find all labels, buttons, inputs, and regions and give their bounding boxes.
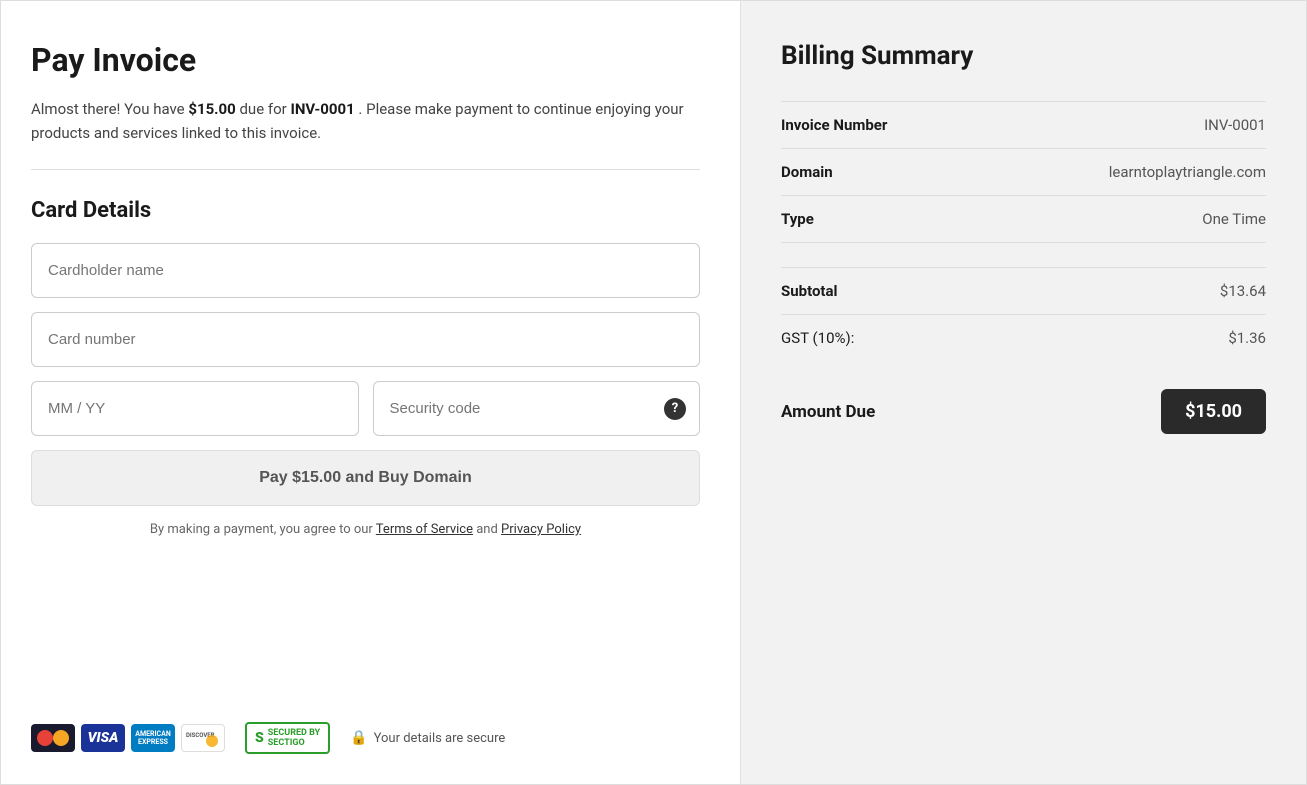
- subtotal-label: Subtotal: [781, 282, 838, 300]
- security-code-input[interactable]: [373, 381, 701, 436]
- visa-icon: VISA: [81, 724, 125, 752]
- card-number-input[interactable]: [31, 312, 700, 367]
- gst-label: GST (10%):: [781, 329, 854, 347]
- terms-before: By making a payment, you agree to our: [150, 522, 376, 537]
- domain-row: Domain learntoplaytriangle.com: [781, 149, 1266, 196]
- amount-due-badge: $15.00: [1161, 389, 1266, 434]
- expiry-group: [31, 381, 359, 436]
- billing-title: Billing Summary: [781, 41, 1266, 71]
- left-panel: Pay Invoice Almost there! You have $15.0…: [1, 1, 741, 784]
- intro-before: Almost there! You have: [31, 100, 188, 118]
- domain-value: learntoplaytriangle.com: [1109, 163, 1266, 181]
- amex-icon: AMERICANEXPRESS: [131, 724, 175, 752]
- terms-of-service-link[interactable]: Terms of Service: [376, 522, 473, 537]
- pay-button[interactable]: Pay $15.00 and Buy Domain: [31, 450, 700, 506]
- type-value: One Time: [1202, 210, 1266, 228]
- domain-label: Domain: [781, 163, 833, 181]
- privacy-policy-link[interactable]: Privacy Policy: [501, 522, 581, 537]
- secure-text-row: 🔒 Your details are secure: [350, 730, 505, 746]
- lock-icon: 🔒: [350, 730, 367, 746]
- footer-row: VISA AMERICANEXPRESS DISCOVER S SECURED …: [31, 722, 700, 754]
- subtotal-value: $13.64: [1220, 282, 1266, 300]
- amount-due-row: Amount Due $15.00: [781, 375, 1266, 448]
- terms-mid: and: [473, 522, 501, 537]
- card-details-title: Card Details: [31, 198, 700, 223]
- card-icons: VISA AMERICANEXPRESS DISCOVER: [31, 724, 225, 752]
- amount-due-label: Amount Due: [781, 402, 875, 422]
- security-help-icon[interactable]: ?: [664, 398, 686, 420]
- card-number-group: [31, 312, 700, 367]
- sectigo-line2: SECTIGO: [268, 738, 320, 748]
- page-title: Pay Invoice: [31, 41, 700, 79]
- intro-amount: $15.00: [188, 100, 235, 118]
- type-label: Type: [781, 210, 814, 228]
- sectigo-logo: S: [255, 730, 264, 746]
- cardholder-name-input[interactable]: [31, 243, 700, 298]
- intro-text: Almost there! You have $15.00 due for IN…: [31, 97, 700, 145]
- discover-icon: DISCOVER: [181, 724, 225, 752]
- sectigo-text: SECURED BY SECTIGO: [268, 728, 320, 748]
- billing-table: Invoice Number INV-0001 Domain learntopl…: [781, 101, 1266, 448]
- terms-text: By making a payment, you agree to our Te…: [31, 522, 700, 537]
- gst-row: GST (10%): $1.36: [781, 315, 1266, 361]
- mastercard-icon: [31, 724, 75, 752]
- gst-value: $1.36: [1228, 329, 1266, 347]
- invoice-number-row: Invoice Number INV-0001: [781, 101, 1266, 149]
- cardholder-name-group: [31, 243, 700, 298]
- expiry-input[interactable]: [31, 381, 359, 436]
- sectigo-line1: SECURED BY: [268, 728, 320, 738]
- secure-label: Your details are secure: [374, 731, 506, 746]
- security-group: ?: [373, 381, 701, 436]
- invoice-number-value: INV-0001: [1204, 116, 1266, 134]
- right-panel: Billing Summary Invoice Number INV-0001 …: [741, 1, 1306, 784]
- page-container: Pay Invoice Almost there! You have $15.0…: [0, 0, 1307, 785]
- sectigo-badge: S SECURED BY SECTIGO: [245, 722, 330, 754]
- intro-invoice: INV-0001: [290, 100, 354, 118]
- subtotal-row: Subtotal $13.64: [781, 267, 1266, 315]
- intro-mid: due for: [236, 100, 291, 118]
- expiry-security-row: ?: [31, 381, 700, 436]
- invoice-number-label: Invoice Number: [781, 116, 887, 134]
- section-divider: [31, 169, 700, 170]
- type-row: Type One Time: [781, 196, 1266, 243]
